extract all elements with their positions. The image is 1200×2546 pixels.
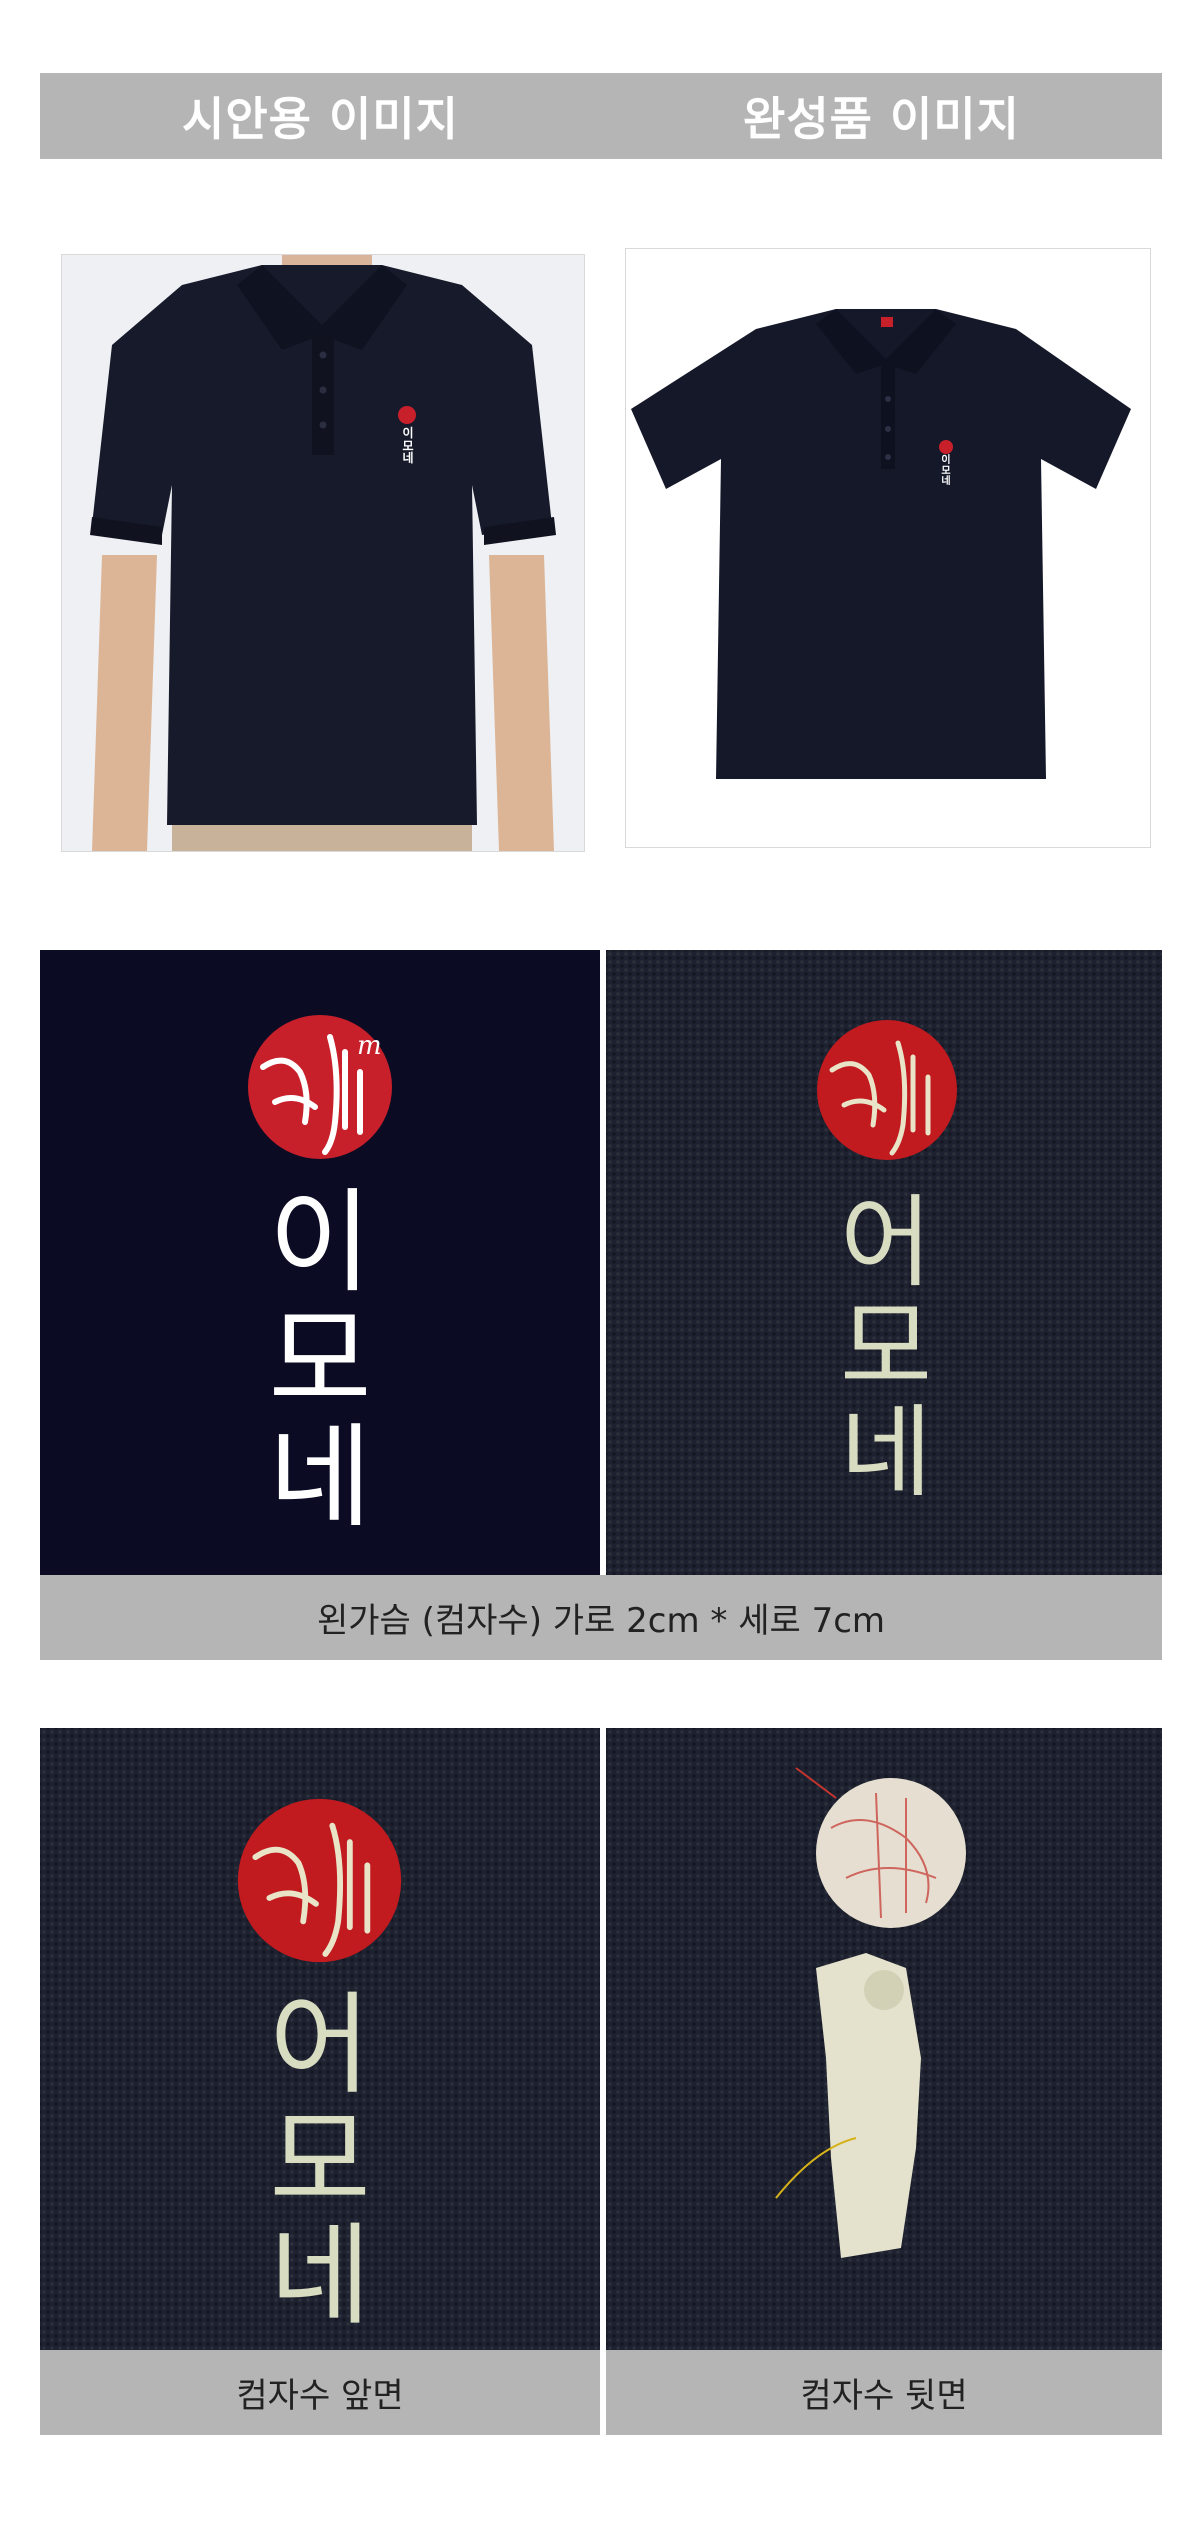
logo-char: 네 <box>840 1394 932 1511</box>
worn-polo-illustration <box>62 255 584 851</box>
logo-char: 모 <box>840 1289 932 1406</box>
embroidery-front-panel: 어 모 네 <box>40 1728 600 2350</box>
embroidered-front-text: 어 모 네 <box>230 1981 410 2340</box>
finished-image-label: 완성품 이미지 <box>743 92 1020 146</box>
logo-char: 네 <box>941 476 951 487</box>
embroidery-closeup-panel: 어 모 네 <box>606 950 1162 1575</box>
logo-char: 이 <box>402 426 414 440</box>
embroidered-logo-text: 어 모 네 <box>806 1190 966 1505</box>
design-logo-text: 이 모 네 <box>240 1178 400 1544</box>
back-caption: 컴자수 뒷면 <box>606 2350 1162 2435</box>
logo-char: 네 <box>402 451 414 466</box>
front-caption: 컴자수 앞면 <box>40 2350 600 2435</box>
logo-emblem: m <box>248 1015 392 1159</box>
embroidered-emblem-front <box>237 1798 402 1963</box>
finished-logo-text: 이 모 네 <box>938 455 954 488</box>
mockup-logo-text: 이 모 네 <box>398 427 418 465</box>
logo-char: 어 <box>840 1184 932 1301</box>
flat-polo-illustration <box>626 249 1150 847</box>
embroidery-back-panel <box>606 1728 1162 2350</box>
finished-photo: 이 모 네 <box>625 248 1151 848</box>
logo-char: 어 <box>269 1981 371 2109</box>
logo-char: 모 <box>268 1295 372 1426</box>
size-caption: 왼가슴 (컴자수) 가로 2cm * 세로 7cm <box>40 1575 1162 1660</box>
logo-char: 네 <box>269 2212 371 2340</box>
logo-char: 모 <box>269 2096 371 2225</box>
header-bar: 시안용 이미지 완성품 이미지 <box>40 73 1162 159</box>
logo-char: 이 <box>941 455 951 466</box>
embroidered-emblem <box>817 1020 957 1160</box>
svg-text:m: m <box>357 1031 382 1061</box>
logo-char: 이 <box>268 1178 372 1308</box>
logo-char: 네 <box>268 1413 372 1544</box>
embroidery-backing-illustration <box>775 1767 966 2258</box>
mockup-image-label: 시안용 이미지 <box>182 92 459 146</box>
logo-design-panel: m 이 모 네 <box>40 950 600 1575</box>
mockup-photo: 이 모 네 <box>61 254 585 852</box>
